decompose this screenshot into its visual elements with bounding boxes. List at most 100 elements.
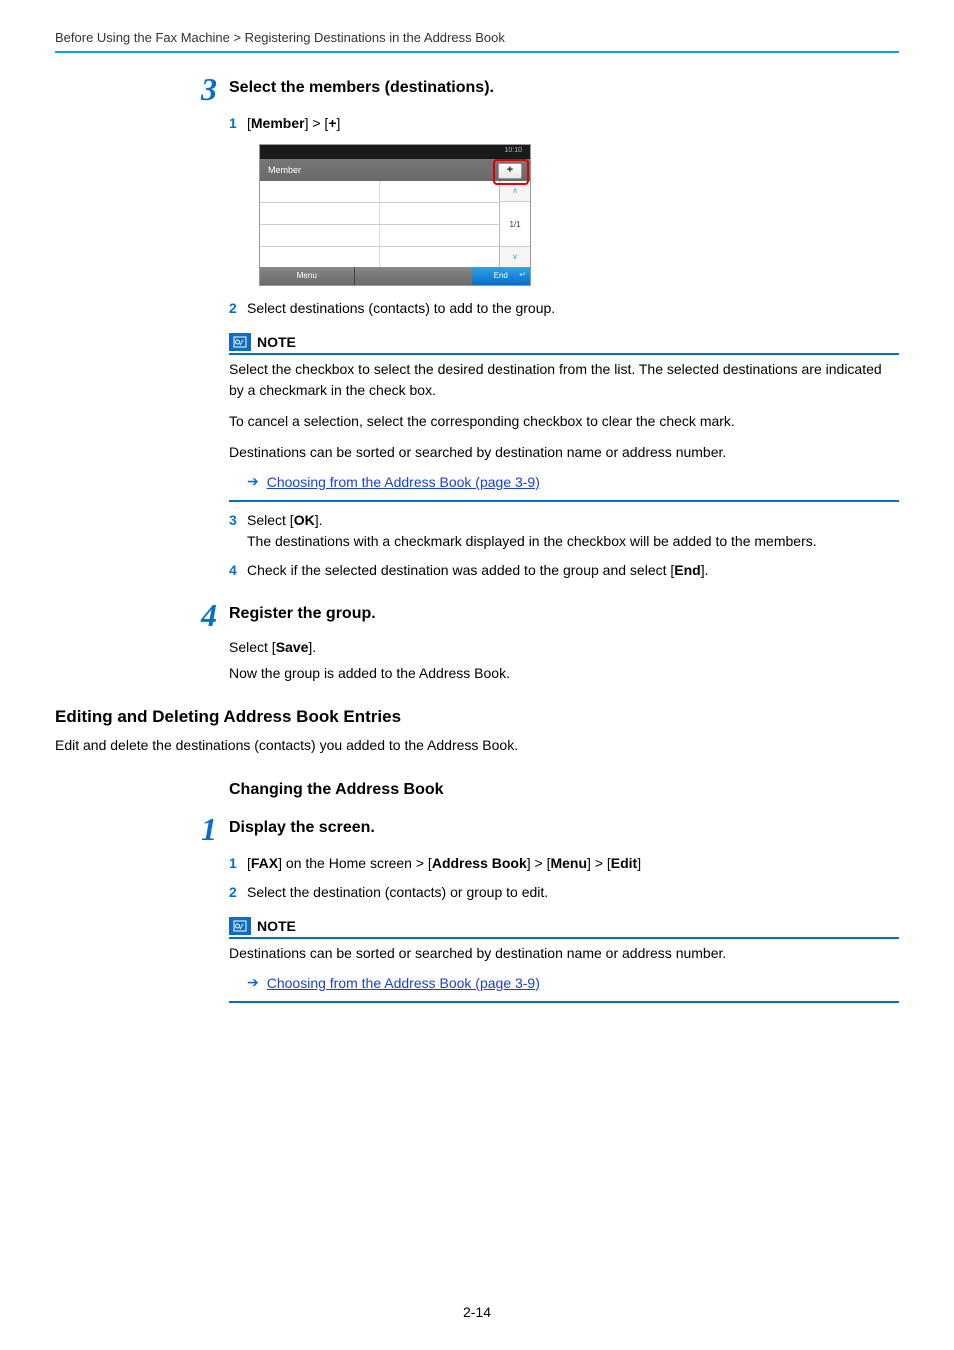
header-rule [55,51,899,53]
step-number: 3 [171,73,217,105]
note-rule [229,353,899,355]
substep-3-3: 3 Select [OK]. The destinations with a c… [229,510,899,552]
substep-number: 1 [229,113,247,134]
key-member: Member [251,115,305,131]
paragraph: Select [Save]. [229,639,899,655]
list-row[interactable] [260,247,499,268]
note-label: NOTE [257,918,296,934]
note-rule [229,1001,899,1003]
cross-ref: ➔ Choosing from the Address Book (page 3… [247,974,899,991]
scroll-down-icon[interactable]: ∨ [500,246,530,267]
substep-number: 2 [229,882,247,903]
step-4-body: Select [Save]. Now the group is added to… [229,639,899,681]
link-choosing-address-book[interactable]: Choosing from the Address Book (page 3-9… [267,474,540,490]
step-title: Select the members (destinations). [229,79,494,97]
device-header-label: Member [268,165,301,175]
page: Before Using the Fax Machine > Registeri… [0,0,954,1350]
arrow-right-icon: ➔ [247,974,259,991]
device-scroll: ∧ 1/1 ∨ [500,181,530,267]
end-button-label: End [494,271,508,280]
breadcrumb: Before Using the Fax Machine > Registeri… [55,30,899,51]
text: ] [337,115,341,131]
page-number: 2-14 [0,1304,954,1320]
highlight-ring [493,159,529,185]
substep-text: [Member] > [+] [247,113,899,134]
text: ] on the Home screen > [ [278,855,432,871]
key-address-book: Address Book [432,855,527,871]
cross-ref: ➔ Choosing from the Address Book (page 3… [247,473,899,490]
device-panel: 10:10 Member + [259,144,531,286]
text: ] > [ [305,115,329,131]
arrow-right-icon: ➔ [247,473,259,490]
device-statusbar: 10:10 [260,145,530,159]
key-end: End [674,562,700,578]
device-time: 10:10 [504,147,522,154]
substep-text: Check if the selected destination was ad… [247,560,899,581]
paragraph: Edit and delete the destinations (contac… [55,737,899,753]
substep-1b-1: 1 [FAX] on the Home screen > [Address Bo… [229,853,899,874]
substep-3-1: 1 [Member] > [+] [229,113,899,134]
page-indicator: 1/1 [500,202,530,246]
list-row[interactable] [260,203,499,225]
key-fax: FAX [251,855,278,871]
note-icon [229,333,251,351]
section-heading: Editing and Deleting Address Book Entrie… [55,707,899,727]
step-number: 4 [171,599,217,631]
substep-number: 1 [229,853,247,874]
end-button[interactable]: End ↵ [472,267,530,285]
step-title: Display the screen. [229,819,375,837]
key-ok: OK [294,512,315,528]
substep-text: Select the destination (contacts) or gro… [247,882,899,903]
step-number: 1 [171,813,217,845]
substep-1b-2: 2 Select the destination (contacts) or g… [229,882,899,903]
text: ] > [ [587,855,611,871]
note-box: NOTE Select the checkbox to select the d… [229,333,899,502]
text: Check if the selected destination was ad… [247,562,674,578]
key-menu: Menu [550,855,587,871]
note-text: Select the checkbox to select the desire… [229,359,899,463]
note-paragraph: Select the checkbox to select the desire… [229,359,899,401]
note-paragraph: Destinations can be sorted or searched b… [229,943,899,964]
note-label: NOTE [257,334,296,350]
footer-spacer [355,267,472,285]
text: ]. [315,512,323,528]
text: Select [ [247,512,294,528]
step-3: 3 Select the members (destinations). [55,73,899,105]
device-header: Member + [260,159,530,181]
device-body: ∧ 1/1 ∨ [260,181,530,267]
note-paragraph: Destinations can be sorted or searched b… [229,442,899,463]
text: ] [637,855,641,871]
substep-text: Select destinations (contacts) to add to… [247,298,899,319]
substep-text: Select [OK]. The destinations with a che… [247,510,899,552]
menu-button[interactable]: Menu [260,267,355,285]
step-4: 4 Register the group. [55,599,899,631]
note-header: NOTE [229,333,899,351]
step-title: Register the group. [229,605,376,623]
note-rule [229,937,899,939]
substep-text: [FAX] on the Home screen > [Address Book… [247,853,899,874]
device-list [260,181,500,267]
text: The destinations with a checkmark displa… [247,533,817,549]
list-row[interactable] [260,225,499,247]
list-row[interactable] [260,181,499,203]
note-box: NOTE Destinations can be sorted or searc… [229,917,899,1003]
substep-3-2: 2 Select destinations (contacts) to add … [229,298,899,319]
text: ] > [ [527,855,551,871]
enter-icon: ↵ [519,266,526,284]
step-1b: 1 Display the screen. [55,813,899,845]
text: Select [ [229,639,276,655]
note-paragraph: To cancel a selection, select the corres… [229,411,899,432]
substep-number: 4 [229,560,247,581]
substep-number: 2 [229,298,247,319]
substep-3-4: 4 Check if the selected destination was … [229,560,899,581]
key-edit: Edit [611,855,637,871]
paragraph: Now the group is added to the Address Bo… [229,665,899,681]
device-footer: Menu End ↵ [260,267,530,285]
step-1b-body: 1 [FAX] on the Home screen > [Address Bo… [229,853,899,1003]
plus-button-wrapper: + [498,162,524,178]
text: ]. [701,562,709,578]
key-plus: + [328,115,336,131]
step-3-body: 1 [Member] > [+] 10:10 Member + [229,113,899,581]
link-choosing-address-book[interactable]: Choosing from the Address Book (page 3-9… [267,975,540,991]
text: ]. [308,639,316,655]
